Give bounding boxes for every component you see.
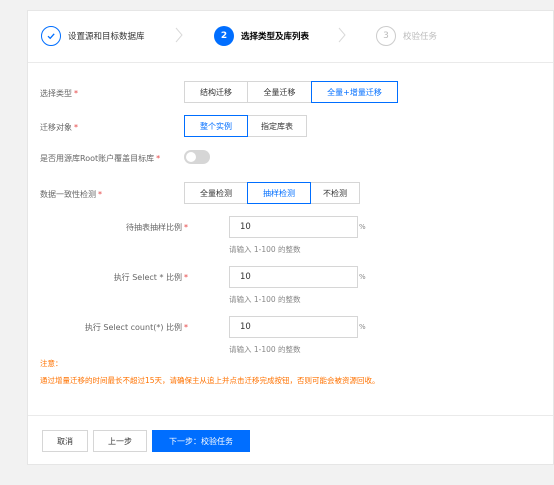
- next-step-button[interactable]: 下一步：校验任务: [152, 430, 250, 452]
- type-option-full[interactable]: 全量迁移: [247, 81, 312, 103]
- sample-ratio-hint: 请输入 1-100 的整数: [229, 245, 301, 254]
- select-ratio-label: 执行 Select * 比例 *: [113, 273, 188, 282]
- step-2[interactable]: 2 选择类型及库列表: [214, 25, 309, 47]
- step-2-number: 2: [214, 26, 234, 46]
- cancel-button[interactable]: 取消: [42, 430, 88, 452]
- step-1-label: 设置源和目标数据库: [68, 32, 145, 42]
- chevron-right-icon: [175, 27, 183, 43]
- type-option-structure[interactable]: 结构迁移: [184, 81, 248, 103]
- prev-step-button[interactable]: 上一步: [93, 430, 147, 452]
- steps-bar: 设置源和目标数据库 2 选择类型及库列表 3 校验任务: [28, 11, 553, 63]
- footer-divider: [28, 415, 553, 416]
- count-ratio-input[interactable]: 10: [229, 316, 358, 338]
- step-3-label: 校验任务: [403, 32, 438, 42]
- select-ratio-hint: 请输入 1-100 的整数: [229, 295, 301, 304]
- sample-ratio-input[interactable]: 10: [229, 216, 358, 238]
- migrate-object-segmented: 整个实例 指定库表: [184, 115, 307, 137]
- count-ratio-unit: %: [359, 323, 366, 331]
- check-option-none[interactable]: 不检测: [310, 182, 360, 204]
- step-2-label: 选择类型及库列表: [241, 32, 310, 42]
- note-text: 通过增量迁移的时间最长不超过15天，请确保主从追上并点击迁移完成按钮，否则可能会…: [40, 376, 380, 385]
- select-ratio-unit: %: [359, 273, 366, 281]
- object-option-instance[interactable]: 整个实例: [184, 115, 248, 137]
- migrate-object-label: 迁移对象 *: [40, 123, 78, 132]
- check-icon: [41, 26, 61, 46]
- count-ratio-label: 执行 Select count(*) 比例 *: [84, 323, 188, 332]
- root-account-toggle[interactable]: [184, 150, 210, 164]
- check-option-sample[interactable]: 抽样检测: [247, 182, 311, 204]
- wizard-card: 设置源和目标数据库 2 选择类型及库列表 3 校验任务 选择类型 * 结构迁移 全…: [27, 10, 554, 465]
- count-ratio-hint: 请输入 1-100 的整数: [229, 345, 301, 354]
- consistency-check-segmented: 全量检测 抽样检测 不检测: [184, 182, 360, 204]
- root-account-label: 是否用源库Root账户覆盖目标库 *: [40, 154, 161, 163]
- type-option-full-incremental[interactable]: 全量+增量迁移: [311, 81, 398, 103]
- step-3-number: 3: [376, 26, 396, 46]
- step-3[interactable]: 3 校验任务: [376, 25, 437, 47]
- check-type-label: 选择类型 *: [40, 89, 78, 98]
- object-option-tables[interactable]: 指定库表: [247, 115, 307, 137]
- check-type-segmented: 结构迁移 全量迁移 全量+增量迁移: [184, 81, 398, 103]
- step-1[interactable]: 设置源和目标数据库: [41, 25, 145, 47]
- chevron-right-icon: [338, 27, 346, 43]
- sample-ratio-unit: %: [359, 223, 366, 231]
- select-ratio-input[interactable]: 10: [229, 266, 358, 288]
- sample-ratio-label: 待抽表抽样比例 *: [126, 223, 188, 232]
- check-option-full[interactable]: 全量检测: [184, 182, 248, 204]
- consistency-check-label: 数据一致性检测 *: [40, 190, 102, 199]
- note-title: 注意：: [40, 359, 63, 368]
- toggle-knob: [186, 152, 196, 162]
